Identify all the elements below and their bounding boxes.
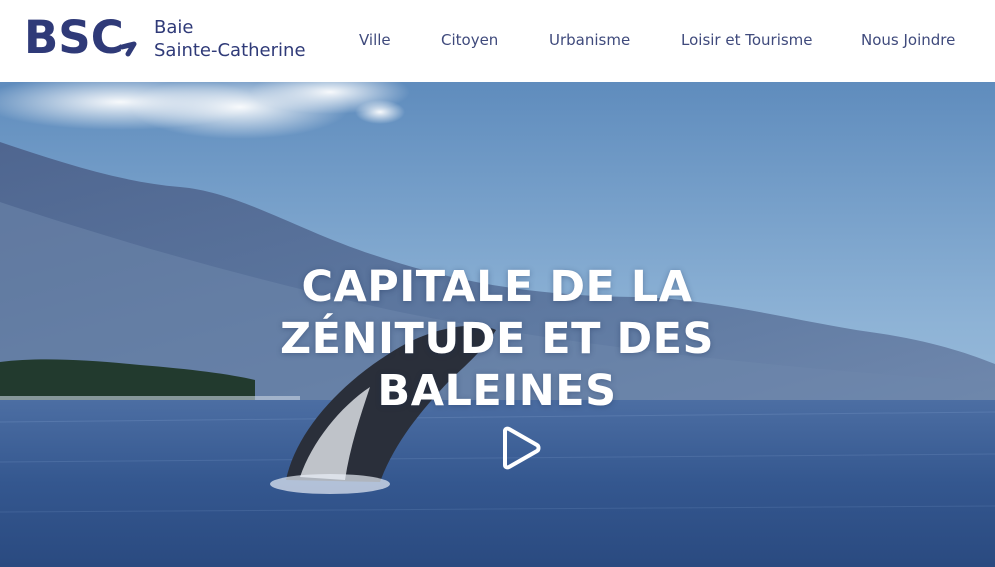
hero-title-line2: ZÉNITUDE ET DES: [279, 313, 715, 364]
logo-text: Baie Sainte-Catherine: [154, 16, 306, 62]
logo-line1: Baie: [154, 17, 194, 38]
nav-item-ville[interactable]: Ville: [359, 31, 391, 49]
bsc-logo-mark: BSC: [24, 11, 142, 64]
hero-title: CAPITALE DE LA ZÉNITUDE ET DES BALEINES: [197, 261, 797, 417]
nav-item-loisir-tourisme[interactable]: Loisir et Tourisme: [681, 31, 813, 49]
logo-line2: Sainte-Catherine: [154, 40, 306, 61]
play-video-button[interactable]: [499, 425, 543, 471]
logo-arrow-icon: [119, 41, 137, 57]
nav-item-nous-joindre[interactable]: Nous Joindre: [861, 31, 955, 49]
nav-item-urbanisme[interactable]: Urbanisme: [549, 31, 630, 49]
nav-item-citoyen[interactable]: Citoyen: [441, 31, 498, 49]
hero-title-line1: CAPITALE DE LA: [301, 261, 693, 312]
site-logo[interactable]: BSC Baie Sainte-Catherine: [24, 11, 306, 64]
hero-banner: CAPITALE DE LA ZÉNITUDE ET DES BALEINES: [0, 82, 995, 567]
site-header: BSC Baie Sainte-Catherine Ville Citoyen …: [0, 0, 995, 82]
play-icon: [503, 426, 541, 470]
hero-title-line3: BALEINES: [377, 365, 617, 416]
